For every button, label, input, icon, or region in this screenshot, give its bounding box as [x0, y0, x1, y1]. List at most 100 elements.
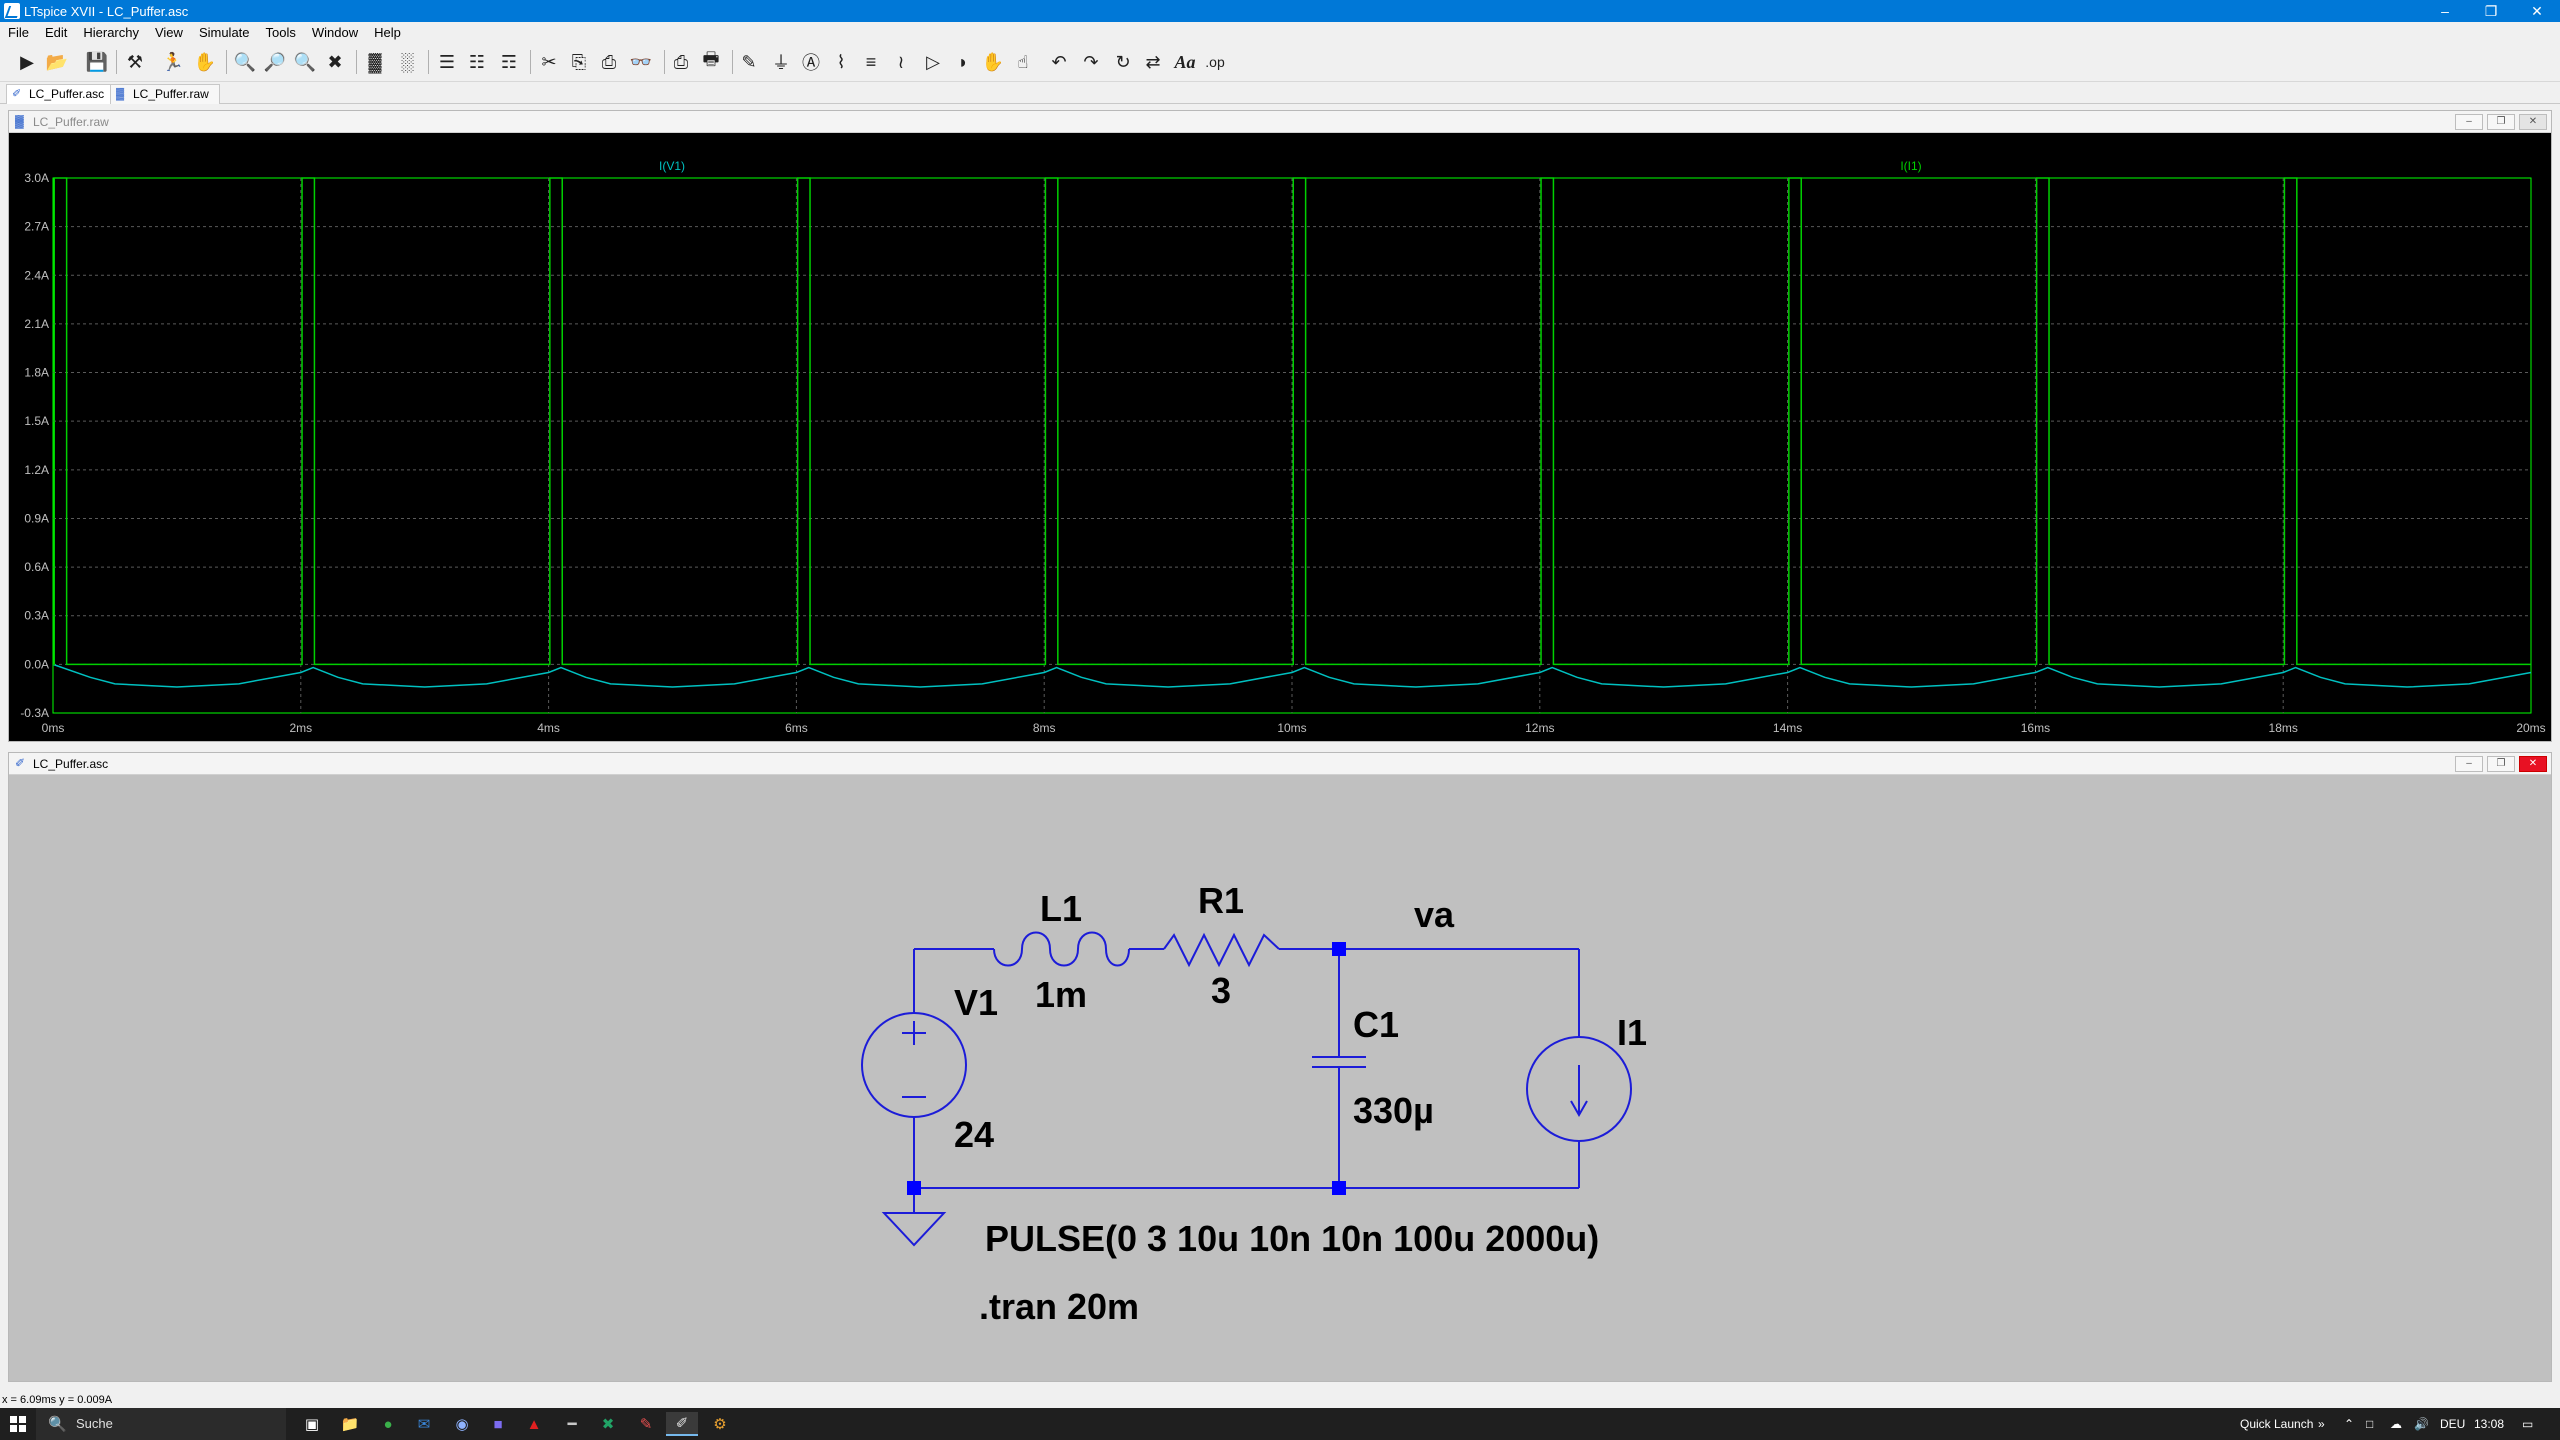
resistor-icon[interactable]: ⌇	[828, 49, 854, 75]
diode-icon[interactable]: ▷	[920, 49, 946, 75]
drag-icon[interactable]: ☝	[1010, 49, 1036, 75]
restore-icon[interactable]: ❐	[2468, 0, 2514, 22]
notification-icon[interactable]: ▭	[2522, 1408, 2533, 1440]
halt-icon[interactable]: ✋	[192, 49, 218, 75]
language-indicator[interactable]: DEU	[2440, 1408, 2465, 1440]
ground-icon[interactable]: ⏚	[768, 49, 794, 75]
tab-lc-puffer-asc[interactable]: ✐ LC_Puffer.asc	[6, 84, 116, 104]
browser-icon[interactable]: ●	[372, 1412, 404, 1436]
i1-pulse-value[interactable]: PULSE(0 3 10u 10n 10n 100u 2000u)	[985, 1218, 1599, 1259]
cascade-icon[interactable]: ☷	[464, 49, 490, 75]
save-icon[interactable]: 💾	[84, 49, 110, 75]
chevron-icon[interactable]: »	[2318, 1408, 2325, 1440]
new-schematic-icon[interactable]: ▶	[14, 49, 40, 75]
print-icon[interactable]: 🖶	[698, 49, 724, 75]
junction-node[interactable]	[1332, 1181, 1346, 1195]
excel-icon[interactable]: ✖	[592, 1412, 624, 1436]
l1-value[interactable]: 1m	[1035, 974, 1087, 1015]
l1-name[interactable]: L1	[1040, 888, 1082, 929]
menu-window[interactable]: Window	[304, 25, 366, 40]
open-icon[interactable]: 📂	[44, 49, 70, 75]
file-explorer-icon[interactable]: 📁	[334, 1412, 366, 1436]
rotate-icon[interactable]: ↻	[1110, 49, 1136, 75]
v1-name[interactable]: V1	[954, 982, 998, 1023]
x-tick-label: 16ms	[2021, 721, 2050, 735]
menu-view[interactable]: View	[147, 25, 191, 40]
zoom-in-icon[interactable]: 🔍	[232, 49, 258, 75]
app-icon[interactable]: ✎	[630, 1412, 662, 1436]
capacitor-icon[interactable]: ≡	[858, 49, 884, 75]
close-icon[interactable]: ✕	[2514, 0, 2560, 22]
find-icon[interactable]: 👓	[628, 49, 654, 75]
tile-horizontal-icon[interactable]: ☰	[434, 49, 460, 75]
menu-file[interactable]: File	[0, 25, 37, 40]
app-icon[interactable]: ◉	[446, 1412, 478, 1436]
tool-icon[interactable]: ━	[556, 1412, 588, 1436]
menu-hierarchy[interactable]: Hierarchy	[75, 25, 147, 40]
zoom-out-icon[interactable]: 🔍	[292, 49, 318, 75]
tray-expand-icon[interactable]: ⌃	[2344, 1408, 2354, 1440]
network-icon[interactable]: □	[2366, 1408, 2373, 1440]
junction-node[interactable]	[907, 1181, 921, 1195]
paste-icon[interactable]: ⎙	[596, 49, 622, 75]
control-panel-icon[interactable]: ⚒	[122, 49, 148, 75]
tab-lc-puffer-raw[interactable]: ▓ LC_Puffer.raw	[110, 84, 220, 104]
move-icon[interactable]: ✋	[980, 49, 1006, 75]
inductor-icon[interactable]: ≀	[888, 49, 914, 75]
redo-icon[interactable]: ↷	[1078, 49, 1104, 75]
tran-directive[interactable]: .tran 20m	[979, 1286, 1139, 1327]
task-view-icon[interactable]: ▣	[296, 1412, 328, 1436]
restore-icon[interactable]: ❐	[2487, 114, 2515, 130]
trace-label-ii1[interactable]: I(I1)	[1900, 159, 1921, 173]
app-icon[interactable]: ⚙	[704, 1412, 736, 1436]
clock[interactable]: 13:08	[2474, 1408, 2504, 1440]
restore-icon[interactable]: ❐	[2487, 756, 2515, 772]
teams-icon[interactable]: ■	[482, 1412, 514, 1436]
mirror-icon[interactable]: ⇄	[1140, 49, 1166, 75]
close-icon[interactable]: ✕	[2519, 756, 2547, 772]
net-label-va[interactable]: va	[1414, 894, 1455, 935]
menu-tools[interactable]: Tools	[258, 25, 304, 40]
label-net-icon[interactable]: Ⓐ	[798, 49, 824, 75]
close-icon[interactable]: ✕	[2519, 114, 2547, 130]
copy-icon[interactable]: ⎘	[566, 49, 592, 75]
volume-icon[interactable]: 🔊	[2414, 1408, 2429, 1440]
component-icon[interactable]: ◗	[950, 49, 976, 75]
minimize-icon[interactable]: –	[2455, 114, 2483, 130]
trace-label-iv1[interactable]: I(V1)	[659, 159, 685, 173]
acrobat-icon[interactable]: ▲	[518, 1412, 550, 1436]
junction-node[interactable]	[1332, 942, 1346, 956]
autorange-icon[interactable]: ▓	[362, 49, 388, 75]
ltspice-taskbar-icon[interactable]: ✐	[666, 1412, 698, 1436]
i1-name[interactable]: I1	[1617, 1012, 1647, 1053]
cut-icon[interactable]: ✂	[536, 49, 562, 75]
menu-help[interactable]: Help	[366, 25, 409, 40]
text-icon[interactable]: Aa	[1172, 49, 1198, 75]
fft-icon[interactable]: ░	[394, 49, 420, 75]
windows-start-icon[interactable]	[10, 1416, 26, 1432]
minimize-icon[interactable]: –	[2422, 0, 2468, 22]
minimize-icon[interactable]: –	[2455, 756, 2483, 772]
r1-value[interactable]: 3	[1211, 970, 1231, 1011]
outlook-icon[interactable]: ✉	[408, 1412, 440, 1436]
onedrive-icon[interactable]: ☁	[2390, 1408, 2402, 1440]
quick-launch-label[interactable]: Quick Launch	[2240, 1408, 2313, 1440]
waveform-plot[interactable]: 0ms 2ms 4ms 6ms 8ms 10ms 12ms 14ms 16ms 18ms 20ms 3…	[9, 133, 2551, 741]
spice-directive-icon[interactable]: .op	[1202, 49, 1228, 75]
taskbar-search[interactable]: 🔍 Suche	[36, 1408, 286, 1440]
draw-wire-icon[interactable]: ✎	[736, 49, 762, 75]
c1-name[interactable]: C1	[1353, 1004, 1399, 1045]
pan-icon[interactable]: 🔎	[262, 49, 288, 75]
print-preview-icon[interactable]: ⎙	[668, 49, 694, 75]
zoom-fit-icon[interactable]: ✖	[322, 49, 348, 75]
v1-value[interactable]: 24	[954, 1114, 994, 1155]
menu-edit[interactable]: Edit	[37, 25, 75, 40]
waveform-icon: ▓	[116, 88, 125, 100]
c1-value[interactable]: 330µ	[1353, 1090, 1434, 1131]
tile-vertical-icon[interactable]: ☶	[496, 49, 522, 75]
undo-icon[interactable]: ↶	[1046, 49, 1072, 75]
r1-name[interactable]: R1	[1198, 880, 1244, 921]
run-icon[interactable]: 🏃	[160, 49, 186, 75]
menu-simulate[interactable]: Simulate	[191, 25, 258, 40]
schematic-canvas[interactable]: L1 1m R1 3 va C1 330µ V1 24 I1 PULSE(0 3…	[9, 775, 2551, 1381]
